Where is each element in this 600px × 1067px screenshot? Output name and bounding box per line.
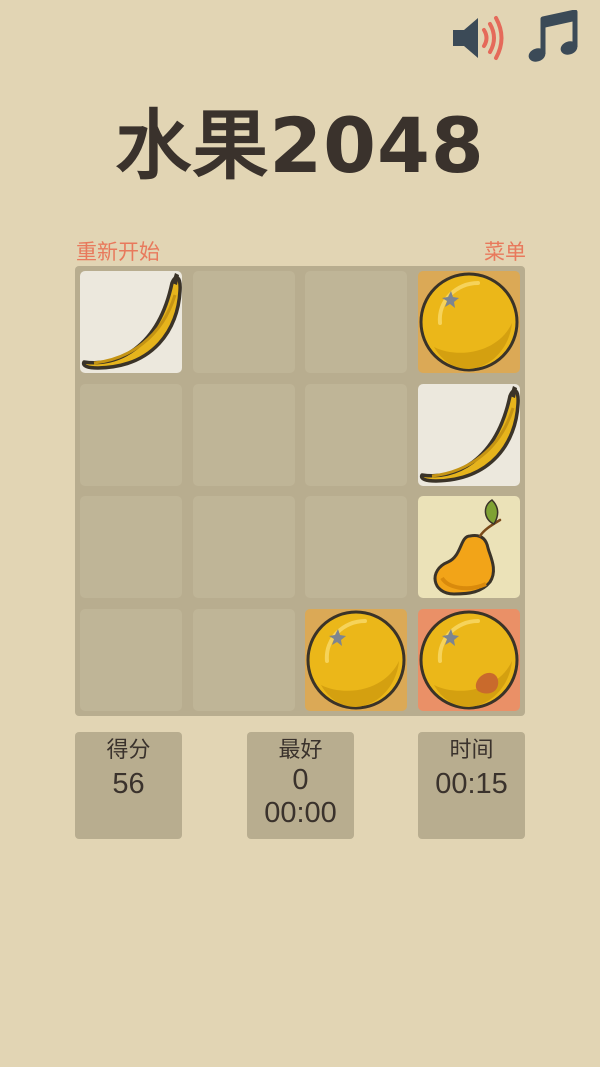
empty-cell [80, 496, 182, 598]
best-label: 最好 [278, 738, 323, 763]
time-label: 时间 [449, 738, 494, 763]
best-score-value: 0 [292, 764, 309, 796]
game-title: 水果2048 [115, 101, 485, 190]
banana-tile [417, 383, 520, 486]
empty-cell [192, 271, 295, 373]
empty-cell [80, 383, 182, 486]
speaker-volume-icon[interactable] [448, 10, 510, 66]
score-label: 得分 [106, 738, 151, 763]
empty-cell [305, 271, 407, 373]
peach-orange-tile [417, 608, 520, 711]
empty-cell [305, 496, 407, 598]
empty-cell [192, 383, 295, 486]
restart-button[interactable]: 重新开始 [76, 236, 160, 266]
empty-cell [305, 383, 407, 486]
orange-icon [419, 272, 518, 372]
score-panel: 得分 56 [75, 732, 182, 839]
music-note-icon[interactable] [526, 9, 588, 66]
best-panel: 最好 0 00:00 [247, 732, 354, 839]
game-board[interactable] [75, 266, 525, 716]
time-panel: 时间 00:15 [418, 732, 525, 839]
pear-icon [433, 499, 501, 596]
menu-button[interactable]: 菜单 [484, 236, 526, 266]
pear-tile [417, 496, 520, 598]
empty-cell [192, 496, 295, 598]
banana-icon [419, 385, 520, 483]
banana-tile [80, 271, 182, 373]
orange-icon [419, 610, 518, 709]
time-value: 00:15 [435, 768, 508, 800]
empty-cell [192, 608, 295, 711]
orange-tile [305, 608, 407, 711]
empty-cell [80, 608, 182, 711]
best-time-value: 00:00 [264, 797, 337, 829]
orange-icon [306, 610, 406, 709]
banana-icon [81, 273, 182, 370]
orange-tile [417, 271, 520, 373]
score-value: 56 [112, 768, 145, 800]
